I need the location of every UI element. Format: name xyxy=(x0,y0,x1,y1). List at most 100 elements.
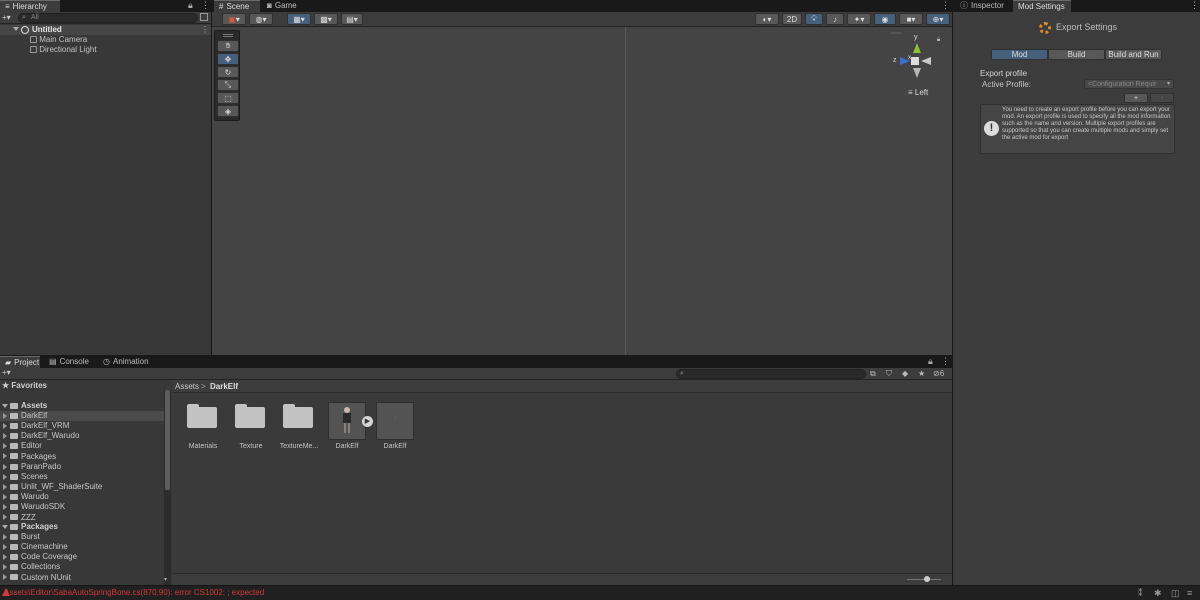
toolbar-overlay-dropdown[interactable]: ▤ ▾ xyxy=(341,13,363,25)
asset-darkelf-2[interactable]: · DarkElf xyxy=(376,402,416,454)
view-label[interactable]: ≡ Left xyxy=(908,88,928,97)
expand-icon[interactable] xyxy=(3,533,7,540)
tree-folder-item[interactable]: ParanPado xyxy=(0,462,164,472)
mode-tab-build-and-run[interactable]: Build and Run xyxy=(1105,49,1162,60)
active-profile-dropdown[interactable]: <Configuration Requir ▾ xyxy=(1084,79,1174,89)
hierarchy-search-input[interactable]: ⌕ All xyxy=(18,13,198,23)
status-error-text[interactable]: Assets\Editor\SabaAutoSpringBone.cs(870,… xyxy=(4,588,264,597)
expand-icon[interactable] xyxy=(3,514,7,521)
effects-dropdown[interactable]: ✦ ▾ xyxy=(847,13,871,25)
expand-icon[interactable] xyxy=(3,423,7,430)
create-dropdown-icon[interactable]: +▾ xyxy=(2,368,11,377)
expand-icon[interactable] xyxy=(3,504,7,511)
tab-hierarchy[interactable]: ≡ Hierarchy xyxy=(0,0,60,12)
draw-mode-dropdown[interactable]: ▣ ▾ xyxy=(222,13,246,25)
breadcrumb-root[interactable]: Assets xyxy=(175,382,199,391)
scale-tool-button[interactable]: ⤡ xyxy=(217,79,239,91)
expand-icon[interactable] xyxy=(3,443,7,450)
breadcrumb-current[interactable]: DarkElf xyxy=(210,382,238,391)
mode-tab-build[interactable]: Build xyxy=(1048,49,1105,60)
expand-icon[interactable] xyxy=(3,433,7,440)
label-tag-icon[interactable]: ◆ xyxy=(902,369,908,378)
tree-folder-item[interactable]: Custom NUnit xyxy=(0,573,164,583)
asset-folder-texture-me[interactable]: TextureMe... xyxy=(280,404,318,454)
tree-folder-item[interactable]: DarkElf xyxy=(0,411,164,421)
more-menu-icon[interactable]: ⋮ xyxy=(1190,1,1199,10)
expand-icon[interactable] xyxy=(3,483,7,490)
gizmos-dropdown[interactable]: ⊕ ▾ xyxy=(926,13,950,25)
mode-tab-mod[interactable]: Mod xyxy=(991,49,1048,60)
tree-scrollbar[interactable]: ▾ xyxy=(164,390,171,585)
expand-icon[interactable] xyxy=(3,544,7,551)
transform-tool-button[interactable]: ◈ xyxy=(217,105,239,117)
neg-y-axis-cone[interactable] xyxy=(913,68,921,78)
drag-handle[interactable] xyxy=(223,34,233,37)
assets-header[interactable]: Assets xyxy=(2,401,47,411)
tree-folder-item[interactable]: Code Coverage xyxy=(0,552,164,562)
expand-icon[interactable] xyxy=(3,494,7,501)
tree-folder-item[interactable]: Unlit_WF_ShaderSuite xyxy=(0,482,164,492)
tree-folder-item[interactable]: Editor xyxy=(0,441,164,451)
add-profile-button[interactable]: + xyxy=(1124,93,1148,103)
asset-folder-materials[interactable]: Materials xyxy=(187,404,219,454)
lock-icon[interactable]: 🔒︎ xyxy=(188,1,193,10)
y-axis-cone[interactable] xyxy=(913,43,921,53)
lock-icon[interactable]: 🔒︎ xyxy=(928,357,933,366)
camera-dropdown[interactable]: ■ ▾ xyxy=(899,13,923,25)
cache-icon[interactable]: ◫ xyxy=(1171,588,1180,599)
audio-toggle[interactable]: ♪ xyxy=(826,13,844,25)
favorites-header[interactable]: ★ Favorites xyxy=(2,381,47,391)
scroll-down-icon[interactable]: ▾ xyxy=(164,576,167,583)
gizmo-center-cube[interactable] xyxy=(911,57,919,65)
rect-tool-button[interactable]: ⬚ xyxy=(217,92,239,104)
tree-folder-item[interactable]: Packages xyxy=(0,452,164,462)
expand-icon[interactable] xyxy=(3,574,7,581)
tree-folder-item[interactable]: Scenes xyxy=(0,472,164,482)
view-tool-button[interactable]: ✋︎ xyxy=(217,40,239,52)
scene-filter-icon[interactable] xyxy=(200,13,208,21)
more-menu-icon[interactable]: ⋮ xyxy=(201,1,210,10)
favorite-star-icon[interactable]: ★ xyxy=(918,369,925,378)
tree-folder-item[interactable]: ZZZ xyxy=(0,513,164,523)
scene-menu-icon[interactable]: ⋮ xyxy=(201,25,209,35)
tab-inspector[interactable]: ⓘ Inspector xyxy=(955,0,1011,12)
hidden-packages-toggle[interactable]: ⊘6 xyxy=(933,369,944,378)
tab-scene[interactable]: # Scene xyxy=(214,0,260,12)
hierarchy-item[interactable]: Main Camera xyxy=(30,35,87,45)
tab-mod-settings[interactable]: Mod Settings xyxy=(1013,0,1071,12)
scene-row[interactable]: Untitled ⋮ xyxy=(0,25,211,35)
tree-scrollbar-thumb[interactable] xyxy=(165,390,170,490)
tab-project[interactable]: ▰ Project xyxy=(0,356,40,368)
neg-x-axis-cone[interactable] xyxy=(921,57,931,65)
expand-icon[interactable] xyxy=(3,412,7,419)
visibility-toggle[interactable]: ◉ xyxy=(874,13,896,25)
snap-increment-dropdown[interactable]: ▩ ▾ xyxy=(314,13,338,25)
grid-snap-dropdown[interactable]: ▦ ▾ xyxy=(287,13,311,25)
progress-icon[interactable]: ⁑ xyxy=(1138,588,1143,599)
tree-folder-item[interactable]: DarkElf_VRM xyxy=(0,421,164,431)
remove-profile-button[interactable]: - xyxy=(1150,93,1174,103)
tab-game[interactable]: ◙ Game xyxy=(262,0,304,12)
shading-mode-dropdown[interactable]: ◐ ▾ xyxy=(755,13,779,25)
tab-animation[interactable]: ◷ Animation xyxy=(98,356,158,368)
hierarchy-item[interactable]: Directional Light xyxy=(30,45,97,55)
expand-icon[interactable] xyxy=(3,453,7,460)
pivot-dropdown[interactable]: ◍ ▾ xyxy=(249,13,273,25)
expand-icon[interactable] xyxy=(3,473,7,480)
rotate-tool-button[interactable]: ↻ xyxy=(217,66,239,78)
move-tool-button[interactable]: ✥ xyxy=(217,53,239,65)
tree-folder-item[interactable]: WarudoSDK xyxy=(0,502,164,512)
mode-2d-button[interactable]: 2D xyxy=(782,13,802,25)
icon-size-slider-handle[interactable] xyxy=(924,576,930,582)
more-menu-icon[interactable]: ⋮ xyxy=(941,1,950,10)
more-menu-icon[interactable]: ⋮ xyxy=(941,357,950,366)
expand-icon[interactable] xyxy=(13,27,19,31)
project-search-input[interactable]: ⌕ xyxy=(676,369,866,379)
expand-icon[interactable] xyxy=(3,554,7,561)
search-by-type-icon[interactable]: ⧉ xyxy=(870,369,876,379)
search-by-label-icon[interactable]: ⛉ xyxy=(886,369,892,379)
tree-folder-item[interactable]: Collections xyxy=(0,562,164,572)
tree-folder-item[interactable]: DarkElf_Warudo xyxy=(0,431,164,441)
tree-folder-item[interactable]: Burst xyxy=(0,532,164,542)
orientation-gizmo[interactable]: 🔒︎ y z x ≡ Left xyxy=(884,28,946,100)
